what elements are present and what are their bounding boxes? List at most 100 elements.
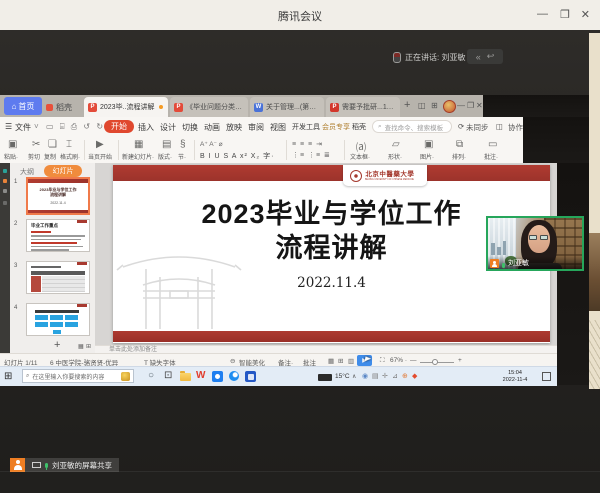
close-button[interactable]: ✕	[581, 8, 590, 21]
reaction-toolbar[interactable]: « ↩	[467, 49, 503, 64]
account-avatar[interactable]	[443, 100, 456, 113]
tab-design[interactable]: 设计	[160, 122, 176, 133]
zoom-level[interactable]: 67% ·	[390, 357, 407, 364]
align-controls[interactable]: ≡ ≡ ≡ ⇥	[292, 140, 323, 148]
weather-label[interactable]: 15°C	[335, 373, 350, 380]
slide-thumbnail-1[interactable]: 2023毕业与学位工作 流程讲解 2022.11.4	[26, 177, 90, 215]
notes-placeholder[interactable]: 单击此处添加备注	[95, 345, 557, 353]
shape-icon[interactable]: ▱	[392, 139, 400, 150]
tab-slideshow[interactable]: 放映	[226, 122, 242, 133]
slide-thumbnail-3[interactable]	[26, 261, 90, 294]
tab-animation[interactable]: 动画	[204, 122, 220, 133]
maximize-button[interactable]: ❐	[560, 8, 570, 21]
tool-dot-icon[interactable]	[3, 189, 7, 193]
doc-tab[interactable]: P 《毕业问题分类总结	[170, 97, 248, 117]
doc-tab[interactable]: P 需要予批研...11.pdf	[326, 97, 400, 117]
zoom-in-icon[interactable]: +	[458, 357, 462, 364]
tab-start[interactable]: 开始	[104, 120, 134, 133]
tray-icon-3[interactable]: ✛	[382, 372, 388, 380]
arrange-icon[interactable]: ⧉	[456, 139, 463, 150]
tray-expand-icon[interactable]: ∧	[352, 373, 356, 380]
copy-icon[interactable]: ❏	[48, 139, 57, 150]
tray-icon-5[interactable]: ⊕	[402, 372, 408, 380]
tool-dot-icon[interactable]	[3, 169, 7, 173]
arrange-label[interactable]: 排列·	[452, 152, 466, 161]
tab-insert[interactable]: 插入	[138, 122, 154, 133]
tool-dot-icon[interactable]	[3, 201, 7, 205]
section-label[interactable]: 节·	[178, 152, 186, 161]
wps-home-button[interactable]: ⌂ 首页	[4, 97, 42, 115]
tab-review[interactable]: 审阅	[248, 122, 264, 133]
share-banner[interactable]: 刘亚敏的屏幕共享	[10, 458, 119, 472]
textbox-label[interactable]: 文本框·	[350, 152, 370, 161]
doc-tab[interactable]: W 关于管理...(第一版)	[250, 97, 324, 117]
paste-label[interactable]: 粘贴·	[4, 152, 18, 161]
tab-view[interactable]: 视图	[270, 122, 286, 133]
list-controls[interactable]: ⋮≡ ⋮≡ ≣	[292, 151, 331, 159]
side-panel-icon[interactable]: ◫	[418, 101, 426, 110]
play-from-page-label[interactable]: 当页开始	[88, 152, 112, 161]
comment-tool-label[interactable]: 批注·	[484, 152, 498, 161]
cut-icon[interactable]: ✂	[32, 139, 40, 150]
command-search[interactable]: ⌕ 查找命令、搜索模板	[372, 120, 452, 133]
panel-view-icons2[interactable]: ⊞	[86, 343, 91, 350]
participant-video[interactable]: 刘亚敏	[486, 216, 584, 271]
wps-minimize-icon[interactable]: —	[457, 101, 465, 110]
reply-icon[interactable]: ↩	[487, 51, 495, 62]
add-slide-button[interactable]: +	[54, 339, 60, 351]
font-style-controls[interactable]: B I U S A x² X₂ 字·	[200, 151, 274, 161]
new-slide-icon[interactable]: ▦	[134, 139, 143, 150]
tencent-meeting-app-icon[interactable]	[212, 371, 223, 382]
layout-icon[interactable]: ▤	[162, 139, 171, 150]
slide-thumbnail-4[interactable]	[26, 303, 90, 336]
chevrons-icon[interactable]: «	[476, 52, 481, 62]
office-app-icon[interactable]	[245, 371, 256, 382]
tool-dot-icon[interactable]	[3, 179, 7, 183]
tab-devtools[interactable]: 开发工具	[292, 122, 320, 132]
grid-icon[interactable]: ⊞	[431, 101, 438, 110]
zoom-slider-knob[interactable]	[432, 359, 438, 365]
font-size-controls[interactable]: A⁺ A⁻ ⌀	[200, 140, 223, 148]
tray-icon-2[interactable]: ▤	[372, 372, 379, 380]
tab-docer[interactable]: 稻壳	[352, 122, 366, 132]
collab-label[interactable]: 协作	[508, 122, 523, 133]
play-from-page-icon[interactable]: ▶	[96, 139, 104, 150]
taskbar-search[interactable]: ⌕ 在这里输入你要搜索的内容	[22, 369, 134, 383]
view-normal-icon[interactable]: ▦	[328, 357, 334, 365]
tray-icon-6[interactable]: ◆	[412, 372, 417, 380]
comment-tool-icon[interactable]: ▭	[488, 139, 497, 150]
wps-restore-icon[interactable]: ❐	[467, 101, 474, 110]
beautify-icon[interactable]: ⊖	[230, 357, 235, 365]
outline-tab[interactable]: 大纲	[20, 167, 34, 177]
cut-label[interactable]: 剪切	[28, 152, 40, 161]
tray-icon-4[interactable]: ⊿	[392, 372, 398, 380]
new-tab-button[interactable]: +	[404, 99, 410, 111]
view-sorter-icon[interactable]: ⊞	[338, 357, 343, 365]
layout-label[interactable]: 版式·	[158, 152, 172, 161]
slide-thumbnail-2[interactable]: 毕业工作重点	[26, 219, 90, 252]
notification-center-icon[interactable]	[542, 372, 551, 381]
slide[interactable]: 北京中醫藥大學 BEIJING UNIVERSITY OF CHINESE ME…	[113, 165, 550, 343]
panel-view-icons[interactable]: ▦	[78, 343, 84, 350]
file-explorer-icon[interactable]	[180, 373, 191, 381]
shape-label[interactable]: 形状·	[388, 152, 402, 161]
clock[interactable]: 15:04 2022-11-4	[493, 370, 537, 383]
paste-icon[interactable]: ▣	[8, 139, 17, 150]
minimize-button[interactable]: —	[537, 8, 548, 20]
tab-transition[interactable]: 切换	[182, 122, 198, 133]
docer-tab[interactable]: 稻壳	[46, 99, 72, 115]
doc-tab-active[interactable]: P 2023毕..流程讲解	[84, 97, 168, 117]
format-painter-icon[interactable]: ⌶	[66, 139, 72, 150]
section-icon[interactable]: §	[180, 139, 186, 150]
slides-tab[interactable]: 幻灯片	[44, 165, 82, 177]
picture-icon[interactable]: ▣	[424, 139, 433, 150]
browser-app-icon[interactable]	[229, 371, 239, 381]
fit-icon[interactable]: ⛶	[380, 357, 385, 365]
copy-label[interactable]: 复制	[44, 152, 56, 161]
picture-label[interactable]: 图片·	[420, 152, 434, 161]
zoom-out-icon[interactable]: —	[410, 357, 417, 364]
collab-icon[interactable]: ◫	[496, 122, 503, 131]
task-view-icon[interactable]: ⊡	[164, 370, 172, 381]
wps-close-icon[interactable]: ✕	[476, 101, 483, 110]
wps-app-icon[interactable]: W	[196, 370, 205, 381]
